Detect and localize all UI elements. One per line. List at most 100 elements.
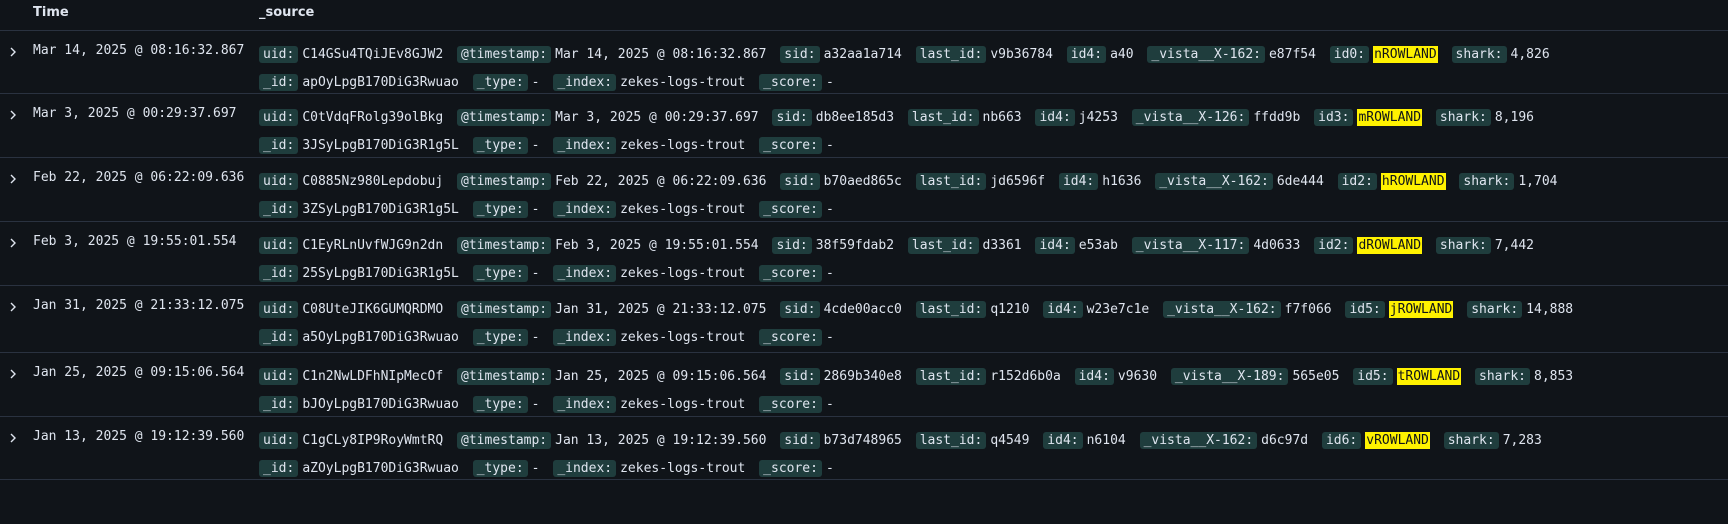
field-value: 4,826 — [1510, 47, 1550, 62]
chevron-right-icon[interactable] — [6, 45, 20, 59]
field-key: last_id: — [915, 368, 987, 385]
field-key: _index: — [553, 265, 617, 282]
field-key: _vista__X-126: — [1131, 109, 1250, 126]
field-value-highlighted: tROWLAND — [1396, 368, 1462, 385]
field-key: _vista__X-162: — [1147, 46, 1265, 63]
field-key: _score: — [759, 201, 822, 218]
field-key: shark: — [1451, 46, 1507, 63]
field-value: a40 — [1110, 47, 1134, 62]
table-row: Mar 3, 2025 @ 00:29:37.697 uid: C0tVdqFRol… — [0, 94, 1728, 158]
field-value: h1636 — [1102, 174, 1142, 189]
source-field: last_id: q4549 — [915, 432, 1030, 449]
field-key: last_id: — [915, 173, 987, 190]
field-value: - — [531, 330, 540, 345]
field-key: _type: — [472, 396, 528, 413]
field-key: _id: — [259, 396, 299, 413]
source-field: id2: hROWLAND — [1337, 173, 1446, 190]
field-key: last_id: — [915, 46, 987, 63]
field-key: _index: — [553, 460, 617, 477]
row-source: uid: C1gCLy8IP9RoyWmtRQ @timestamp: Jan 13… — [259, 427, 1709, 483]
source-field: id4: j4253 — [1035, 109, 1118, 126]
field-value: aZOyLpgB170DiG3Rwuao — [302, 461, 459, 476]
field-value: ffdd9b — [1253, 110, 1301, 125]
field-key: shark: — [1443, 432, 1499, 449]
source-field: _id: apOyLpgB170DiG3Rwuao — [259, 74, 459, 91]
field-value: d3361 — [982, 238, 1022, 253]
chevron-right-icon[interactable] — [6, 108, 20, 122]
field-key: _score: — [759, 137, 822, 154]
field-key: @timestamp: — [457, 432, 552, 449]
field-key: id4: — [1035, 109, 1075, 126]
field-value: n6104 — [1086, 433, 1126, 448]
field-key: shark: — [1475, 368, 1530, 385]
field-value: zekes-logs-trout — [620, 330, 746, 345]
field-value: e53ab — [1078, 238, 1118, 253]
field-key: _type: — [472, 74, 528, 91]
source-field: sid: 38f59fdab2 — [772, 237, 894, 254]
field-key: sid: — [780, 173, 820, 190]
field-value-highlighted: mROWLAND — [1357, 109, 1423, 126]
source-field: _score: - — [759, 137, 834, 154]
field-key: uid: — [259, 109, 299, 126]
field-key: _id: — [259, 74, 299, 91]
field-key: _type: — [472, 460, 528, 477]
field-key: id4: — [1066, 46, 1107, 63]
field-key: sid: — [772, 109, 812, 126]
source-field: _score: - — [759, 329, 834, 346]
table-row: Jan 13, 2025 @ 19:12:39.560 uid: C1gCLy8IP… — [0, 417, 1728, 480]
field-value: a5OyLpgB170DiG3Rwuao — [302, 330, 459, 345]
source-field: sid: b73d748965 — [780, 432, 902, 449]
source-field: @timestamp: Mar 14, 2025 @ 08:16:32.867 — [457, 46, 766, 63]
source-field: shark: 7,283 — [1443, 432, 1542, 449]
source-field: _type: - — [472, 460, 539, 477]
source-field: id5: tROWLAND — [1353, 368, 1462, 385]
source-field: _index: zekes-logs-trout — [553, 74, 745, 91]
chevron-right-icon[interactable] — [6, 367, 20, 381]
field-value: zekes-logs-trout — [620, 266, 746, 281]
field-value: Feb 22, 2025 @ 06:22:09.636 — [555, 174, 767, 189]
field-value: C08UteJIK6GUMQRDMO — [302, 302, 444, 317]
field-value: C1n2NwLDFhNIpMecOf — [302, 369, 444, 384]
source-field: shark: 8,853 — [1475, 368, 1573, 385]
table-row: Feb 22, 2025 @ 06:22:09.636 uid: C0885Nz98… — [0, 158, 1728, 222]
row-time: Feb 22, 2025 @ 06:22:09.636 — [33, 170, 245, 185]
field-key: id4: — [1043, 432, 1083, 449]
field-key: uid: — [259, 432, 299, 449]
field-value: - — [825, 266, 834, 281]
field-value: C0885Nz980Lepdobuj — [302, 174, 444, 189]
discover-results-table: Time _source Mar 14, 2025 @ 08:16:32.867… — [0, 0, 1728, 480]
field-key: @timestamp: — [457, 173, 552, 190]
column-header-time[interactable]: Time — [33, 5, 69, 20]
source-field: _index: zekes-logs-trout — [553, 460, 746, 477]
source-field: _index: zekes-logs-trout — [553, 201, 745, 218]
field-value: q4549 — [990, 433, 1030, 448]
chevron-right-icon[interactable] — [6, 300, 20, 314]
field-value-highlighted: nROWLAND — [1373, 46, 1438, 63]
chevron-right-icon[interactable] — [6, 431, 20, 445]
table-body: Mar 14, 2025 @ 08:16:32.867 uid: C14GSu4TQ… — [0, 31, 1728, 480]
source-field: _index: zekes-logs-trout — [553, 265, 746, 282]
source-field: _vista__X-126: ffdd9b — [1131, 109, 1301, 126]
field-value: - — [531, 75, 540, 90]
column-header-source[interactable]: _source — [259, 5, 314, 20]
field-value: C1EyRLnUvfWJG9n2dn — [302, 238, 444, 253]
source-field: shark: 1,704 — [1459, 173, 1557, 190]
source-field: id6: vROWLAND — [1321, 432, 1430, 449]
field-key: last_id: — [907, 109, 979, 126]
field-key: id5: — [1345, 301, 1385, 318]
field-key: id6: — [1321, 432, 1362, 449]
source-field: _vista__X-162: 6de444 — [1155, 173, 1324, 190]
source-field: sid: b70aed865c — [780, 173, 902, 190]
field-value-highlighted: jROWLAND — [1388, 301, 1454, 318]
field-value: zekes-logs-trout — [620, 138, 746, 153]
chevron-right-icon[interactable] — [6, 236, 20, 250]
field-value: 6de444 — [1276, 174, 1324, 189]
field-key: sid: — [780, 368, 820, 385]
source-field: _type: - — [472, 74, 540, 91]
field-value: 4d0633 — [1253, 238, 1301, 253]
chevron-right-icon[interactable] — [6, 172, 20, 186]
field-value: j4253 — [1078, 110, 1118, 125]
field-value: zekes-logs-trout — [620, 461, 746, 476]
field-key: last_id: — [907, 237, 979, 254]
source-field: last_id: nb663 — [907, 109, 1022, 126]
